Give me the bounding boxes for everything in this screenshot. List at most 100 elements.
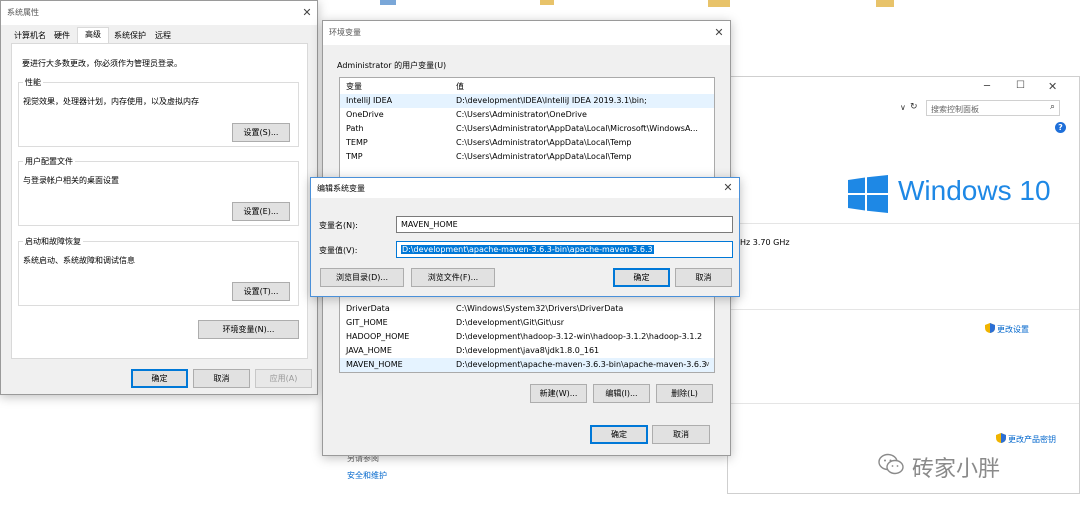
window-title: 环境变量 xyxy=(329,28,361,37)
user-variables-list[interactable]: 变量 值 IntelliJ IDEA D:\development\IDEA\I… xyxy=(339,77,715,187)
table-row[interactable]: IntelliJ IDEA D:\development\IDEA\Intell… xyxy=(340,94,714,108)
window-title: 系统属性 xyxy=(7,8,39,17)
refresh-icon[interactable]: ↻ xyxy=(910,102,918,112)
search-input[interactable]: 搜索控制面板 ⌕ xyxy=(926,100,1060,116)
column-header-variable[interactable]: 变量 xyxy=(346,80,362,94)
close-icon[interactable]: ✕ xyxy=(1048,80,1057,93)
close-icon[interactable]: ✕ xyxy=(298,4,316,22)
chevron-down-icon[interactable]: ∨ xyxy=(900,103,906,112)
scroll-down-icon[interactable]: ∨ xyxy=(705,360,710,368)
system-variables-list[interactable]: DriverData C:\Windows\System32\Drivers\D… xyxy=(339,289,715,373)
maximize-icon[interactable]: ☐ xyxy=(1016,80,1025,91)
windows-logo-text: Windows 10 xyxy=(898,175,1051,206)
title-bar: 环境变量 ✕ xyxy=(323,21,730,45)
watermark: 砖家小胖 xyxy=(878,449,1048,482)
environment-variables-button[interactable]: 环境变量(N)... xyxy=(198,320,299,339)
variable-name-field[interactable]: MAVEN_HOME xyxy=(396,216,733,233)
tab-computer-name[interactable]: 计算机名 xyxy=(11,29,49,43)
performance-group: 性能 视觉效果，处理器计划，内存使用，以及虚拟内存 设置(S)... xyxy=(18,77,299,147)
browse-file-button[interactable]: 浏览文件(F)... xyxy=(411,268,495,287)
change-product-key-link[interactable]: 更改产品密钥 xyxy=(1008,434,1056,445)
desktop-icon-fragment xyxy=(708,0,730,7)
cell-value: C:\Users\Administrator\AppData\Local\Tem… xyxy=(456,152,632,161)
shield-icon xyxy=(996,433,1006,443)
edit-variable-button[interactable]: 编辑(I)... xyxy=(593,384,650,403)
minimize-icon[interactable]: ─ xyxy=(984,81,990,92)
table-row[interactable]: MAVEN_HOME D:\development\apache-maven-3… xyxy=(340,358,714,372)
shield-icon xyxy=(985,323,995,333)
cell-value: D:\development\Git\Git\usr xyxy=(456,318,565,327)
tab-remote[interactable]: 远程 xyxy=(151,29,175,43)
variable-name-label: 变量名(N): xyxy=(319,221,358,230)
user-profile-group: 用户配置文件 与登录帐户相关的桌面设置 设置(E)... xyxy=(18,156,299,226)
column-header-value[interactable]: 值 xyxy=(456,80,464,94)
cancel-button[interactable]: 取消 xyxy=(652,425,710,444)
browse-directory-button[interactable]: 浏览目录(D)... xyxy=(320,268,404,287)
cell-value: D:\development\IDEA\IntelliJ IDEA 2019.3… xyxy=(456,96,647,105)
cell-value: C:\Windows\System32\Drivers\DriverData xyxy=(456,304,624,313)
table-row[interactable]: TMP C:\Users\Administrator\AppData\Local… xyxy=(340,150,714,164)
cancel-button[interactable]: 取消 xyxy=(675,268,732,287)
cell-name: HADOOP_HOME xyxy=(346,332,410,341)
cell-value: C:\Users\Administrator\AppData\Local\Tem… xyxy=(456,138,632,147)
cell-value: D:\development\java8\jdk1.8.0_161 xyxy=(456,346,600,355)
cell-name: OneDrive xyxy=(346,110,384,119)
change-settings-link[interactable]: 更改设置 xyxy=(997,324,1029,335)
tab-system-protection[interactable]: 系统保护 xyxy=(111,29,149,43)
table-row[interactable]: TEMP C:\Users\Administrator\AppData\Loca… xyxy=(340,136,714,150)
performance-settings-button[interactable]: 设置(S)... xyxy=(232,123,290,142)
admin-notice: 要进行大多数更改，你必须作为管理员登录。 xyxy=(22,59,182,68)
divider xyxy=(728,223,1079,224)
desktop-icon-fragment xyxy=(540,0,554,5)
title-bar: 编辑系统变量 ✕ xyxy=(311,178,739,198)
cpu-speed: Hz 3.70 GHz xyxy=(740,238,790,247)
ok-button[interactable]: 确定 xyxy=(590,425,648,444)
wechat-icon xyxy=(878,453,904,475)
help-icon[interactable]: ? xyxy=(1055,122,1066,133)
variable-value-field[interactable]: D:\development\apache-maven-3.6.3-bin\ap… xyxy=(396,241,733,258)
cell-name: Path xyxy=(346,124,364,133)
startup-recovery-desc: 系统启动、系统故障和调试信息 xyxy=(23,256,135,265)
user-variables-label: Administrator 的用户变量(U) xyxy=(337,61,447,70)
title-bar: 系统属性 ✕ xyxy=(1,1,317,25)
startup-settings-button[interactable]: 设置(T)... xyxy=(232,282,290,301)
cell-name: TEMP xyxy=(346,138,368,147)
table-row[interactable]: OneDrive C:\Users\Administrator\OneDrive xyxy=(340,108,714,122)
cancel-button[interactable]: 取消 xyxy=(193,369,250,388)
watermark-text: 砖家小胖 xyxy=(912,457,1001,482)
desktop-icon-fragment xyxy=(380,0,396,5)
ok-button[interactable]: 确定 xyxy=(613,268,670,287)
cell-value: D:\development\apache-maven-3.6.3-bin\ap… xyxy=(456,360,707,369)
user-profile-settings-button[interactable]: 设置(E)... xyxy=(232,202,290,221)
table-row[interactable]: HADOOP_HOME D:\development\hadoop-3.12-w… xyxy=(340,330,714,344)
control-panel-window: ─ ☐ ✕ ∨ ↻ 搜索控制面板 ⌕ ? Windows 10 Hz 3.70 … xyxy=(727,76,1080,494)
user-profile-desc: 与登录帐户相关的桌面设置 xyxy=(23,176,119,185)
close-icon[interactable]: ✕ xyxy=(710,24,728,42)
security-link[interactable]: 安全和维护 xyxy=(347,470,387,481)
startup-recovery-group: 启动和故障恢复 系统启动、系统故障和调试信息 设置(T)... xyxy=(18,236,299,306)
apply-button[interactable]: 应用(A) xyxy=(255,369,312,388)
ok-button[interactable]: 确定 xyxy=(131,369,188,388)
divider xyxy=(728,403,1079,404)
divider xyxy=(728,309,1079,310)
search-placeholder: 搜索控制面板 xyxy=(931,105,979,114)
cell-value: C:\Users\Administrator\OneDrive xyxy=(456,110,587,119)
table-row[interactable]: Path C:\Users\Administrator\AppData\Loca… xyxy=(340,122,714,136)
delete-variable-button[interactable]: 删除(L) xyxy=(656,384,713,403)
cell-name: IntelliJ IDEA xyxy=(346,96,393,105)
list-header: 变量 值 xyxy=(340,80,714,94)
cell-name: JAVA_HOME xyxy=(346,346,392,355)
table-row[interactable]: DriverData C:\Windows\System32\Drivers\D… xyxy=(340,302,714,316)
cell-name: MAVEN_HOME xyxy=(346,360,403,369)
table-row[interactable]: GIT_HOME D:\development\Git\Git\usr xyxy=(340,316,714,330)
tab-hardware[interactable]: 硬件 xyxy=(51,29,73,43)
windows-logo-icon xyxy=(848,175,888,213)
cell-name: TMP xyxy=(346,152,363,161)
cell-value: C:\Users\Administrator\AppData\Local\Mic… xyxy=(456,124,698,133)
new-variable-button[interactable]: 新建(W)... xyxy=(530,384,587,403)
close-icon[interactable]: ✕ xyxy=(719,179,737,197)
table-row[interactable]: JAVA_HOME D:\development\java8\jdk1.8.0_… xyxy=(340,344,714,358)
performance-desc: 视觉效果，处理器计划，内存使用，以及虚拟内存 xyxy=(23,97,199,106)
cell-value: D:\development\hadoop-3.12-win\hadoop-3.… xyxy=(456,332,703,341)
variable-value-label: 变量值(V): xyxy=(319,246,358,255)
